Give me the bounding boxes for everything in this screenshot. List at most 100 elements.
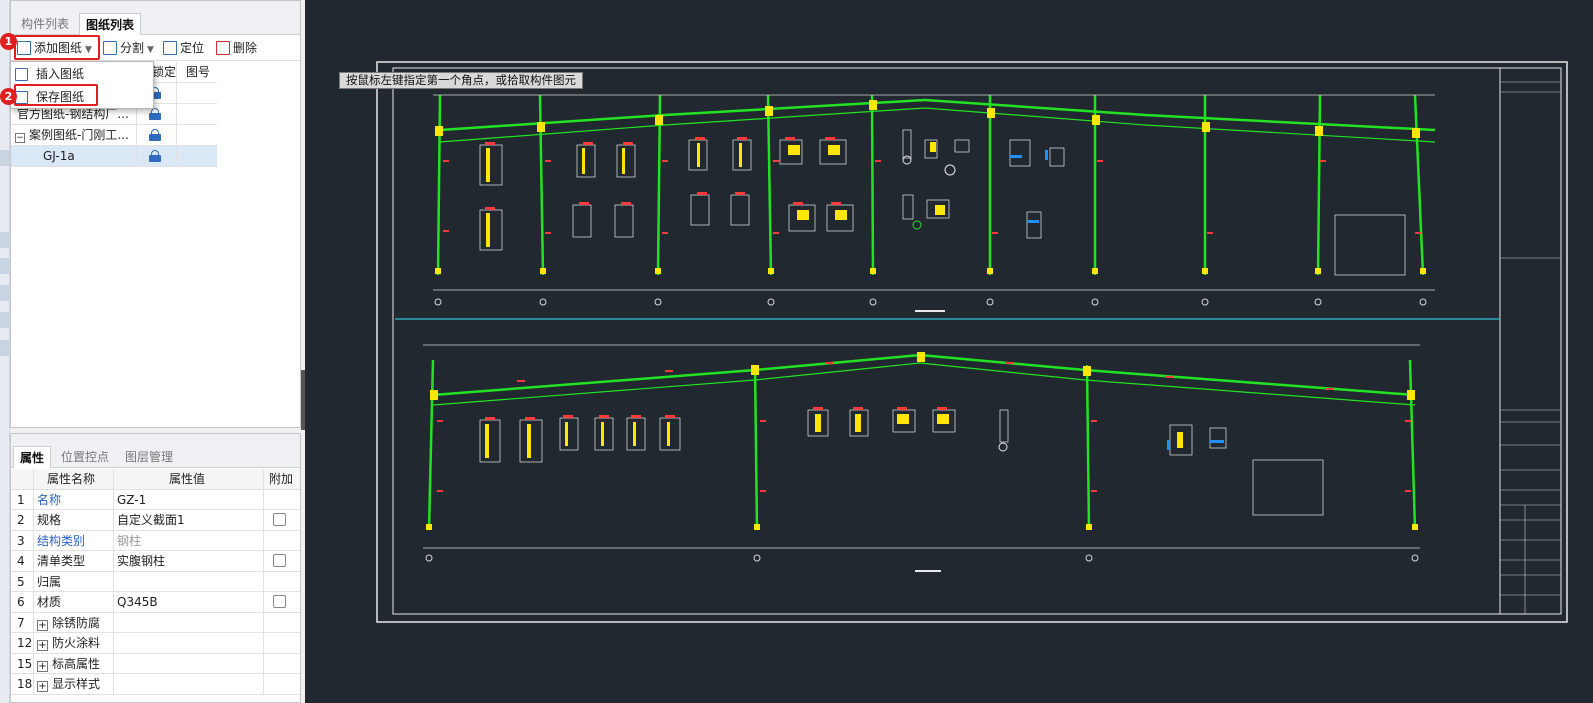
column-divider xyxy=(113,530,114,551)
property-name-text: 标高属性 xyxy=(52,656,101,671)
property-value: 钢柱 xyxy=(117,533,142,548)
highlight-add-drawing xyxy=(14,35,100,60)
property-row-belong[interactable]: 5 归属 xyxy=(11,571,300,592)
row-number: 6 xyxy=(17,595,25,609)
expand-icon[interactable]: + xyxy=(37,660,48,672)
property-row-name[interactable]: 1 名称 GZ-1 xyxy=(11,489,300,510)
dock-marker xyxy=(0,258,10,274)
column-divider xyxy=(136,146,137,167)
column-divider xyxy=(113,633,114,653)
row-number: 7 xyxy=(17,615,25,630)
dock-marker xyxy=(0,340,10,356)
column-divider xyxy=(263,489,264,510)
property-name: 材质 xyxy=(37,595,62,609)
expand-icon[interactable]: + xyxy=(37,681,48,692)
delete-button[interactable]: 删除 xyxy=(216,39,257,57)
property-value[interactable]: 自定义截面1 xyxy=(117,510,185,530)
property-name: 清单类型 xyxy=(37,554,86,568)
insert-drawing-menu-item[interactable]: 插入图纸 xyxy=(15,64,84,84)
tab-component-list[interactable]: 构件列表 xyxy=(15,13,75,35)
property-row-material[interactable]: 6 材质 Q345B xyxy=(11,592,300,613)
locate-label: 定位 xyxy=(180,41,205,55)
locate-icon xyxy=(163,41,177,55)
property-row-fire-coating[interactable]: 12 + 防火涂料 xyxy=(11,633,300,654)
column-divider xyxy=(33,612,34,633)
locate-button[interactable]: 定位 xyxy=(163,39,204,57)
column-divider xyxy=(263,571,264,592)
property-name: 归属 xyxy=(37,574,62,589)
column-divider xyxy=(176,146,177,167)
property-row-display-style[interactable]: 18 + 显示样式 xyxy=(11,674,300,695)
property-row-spec[interactable]: 2 规格 自定义截面1 xyxy=(11,510,300,531)
dock-marker xyxy=(0,285,10,301)
property-row-structure-category[interactable]: 3 结构类别 钢柱 xyxy=(11,530,300,551)
lower-frame-elevation xyxy=(423,344,1420,572)
property-value[interactable]: 实腹钢柱 xyxy=(117,551,165,571)
highlight-save-drawing xyxy=(14,84,98,106)
properties-tabbar: 属性 位置控点 图层管理 xyxy=(11,434,300,468)
left-dock-strip xyxy=(0,0,10,703)
property-row-rust-protection[interactable]: 7 + 除锈防腐 xyxy=(11,612,300,633)
drawing-name-text: 案例图纸-门刚工... xyxy=(29,128,129,142)
property-name: 结构类别 xyxy=(37,533,86,548)
column-divider xyxy=(263,633,264,653)
column-divider xyxy=(263,592,264,612)
column-header-extra: 附加 xyxy=(269,472,294,486)
property-name: + 标高属性 xyxy=(37,654,100,674)
property-name-text: 显示样式 xyxy=(52,677,101,691)
chevron-down-icon[interactable]: ▼ xyxy=(147,45,154,55)
tab-drawing-list[interactable]: 图纸列表 xyxy=(79,13,142,35)
tab-layer-manager[interactable]: 图层管理 xyxy=(119,446,179,468)
upper-rafter xyxy=(439,98,1436,132)
column-divider xyxy=(113,653,114,674)
row-number: 4 xyxy=(17,554,25,568)
property-value[interactable]: GZ-1 xyxy=(117,490,146,510)
unlock-icon[interactable] xyxy=(149,129,161,141)
property-row-list-type[interactable]: 4 清单类型 实腹钢柱 xyxy=(11,551,300,572)
property-name: + 防火涂料 xyxy=(37,633,100,653)
property-value[interactable]: Q345B xyxy=(117,592,158,612)
drawing-panel-tabbar: 构件列表 图纸列表 xyxy=(11,1,300,35)
table-row[interactable]: GJ-1a xyxy=(11,146,217,167)
tab-properties[interactable]: 属性 xyxy=(13,446,52,468)
delete-icon xyxy=(216,41,230,55)
column-divider xyxy=(33,592,34,612)
extra-checkbox[interactable] xyxy=(273,513,286,526)
column-divider xyxy=(113,592,114,612)
split-label: 分割 xyxy=(120,41,145,55)
properties-panel: × 属性 位置控点 图层管理 属性名称 属性值 附加 1 名称 GZ-1 2 规… xyxy=(10,433,301,703)
column-divider xyxy=(176,62,177,83)
column-divider xyxy=(33,469,34,489)
column-divider xyxy=(113,571,114,592)
property-row-elevation[interactable]: 15 + 标高属性 xyxy=(11,653,300,674)
dock-marker xyxy=(0,232,10,248)
column-divider xyxy=(263,612,264,633)
column-divider xyxy=(33,489,34,510)
property-name-text: 防火涂料 xyxy=(52,636,101,650)
row-number: 15 xyxy=(17,656,33,671)
drawing-name: GJ-1a xyxy=(43,149,75,163)
table-row[interactable]: − 案例图纸-门刚工... xyxy=(11,125,217,146)
cad-drawing[interactable] xyxy=(305,0,1593,703)
step-badge-2: 2 xyxy=(0,88,17,105)
column-divider xyxy=(113,510,114,530)
column-divider xyxy=(33,551,34,571)
column-header-drawing-no[interactable]: 图号 xyxy=(186,62,210,83)
column-divider xyxy=(113,612,114,633)
column-divider xyxy=(263,551,264,571)
insert-drawing-label: 插入图纸 xyxy=(36,67,85,81)
expand-icon[interactable]: + xyxy=(37,619,48,631)
column-divider xyxy=(113,674,114,694)
extra-checkbox[interactable] xyxy=(273,554,286,567)
column-divider xyxy=(263,469,264,489)
tab-position-control[interactable]: 位置控点 xyxy=(55,446,115,468)
properties-header-row: 属性名称 属性值 附加 xyxy=(11,469,300,490)
column-divider xyxy=(136,125,137,146)
expand-icon[interactable]: + xyxy=(37,640,48,651)
extra-checkbox[interactable] xyxy=(273,595,286,608)
unlock-icon[interactable] xyxy=(149,150,161,162)
split-button[interactable]: 分割 ▼ xyxy=(103,39,154,57)
unlock-icon[interactable] xyxy=(149,108,161,120)
collapse-icon[interactable]: − xyxy=(15,133,25,143)
column-divider xyxy=(176,83,177,104)
